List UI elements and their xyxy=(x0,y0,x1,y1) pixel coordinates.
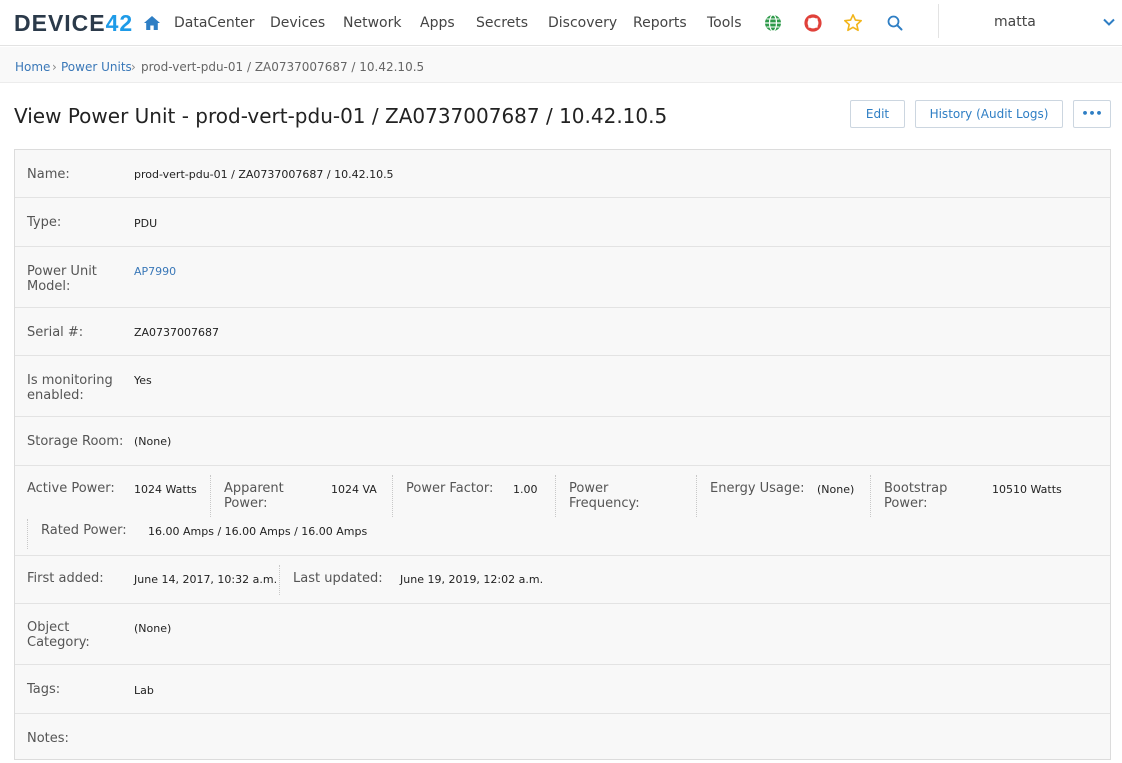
nav-reports[interactable]: Reports xyxy=(633,15,687,31)
globe-icon[interactable] xyxy=(763,13,783,33)
field-value-last-updated: June 19, 2019, 12:02 a.m. xyxy=(400,573,544,586)
field-label: Category: xyxy=(27,635,90,650)
field-value-first-added: June 14, 2017, 10:32 a.m. xyxy=(134,573,278,586)
nav-divider xyxy=(938,4,939,38)
breadcrumb-separator: › xyxy=(131,60,136,74)
top-navbar: DEVICE42 DataCenter Devices Network Apps… xyxy=(0,0,1122,46)
field-label: Power: xyxy=(224,496,268,511)
field-label: Object xyxy=(27,620,70,635)
field-label: First added: xyxy=(27,571,104,586)
star-icon[interactable] xyxy=(843,13,863,33)
field-value-active-power: 1024 Watts xyxy=(134,483,197,496)
field-row-notes: Notes: xyxy=(15,714,1110,759)
nav-secrets[interactable]: Secrets xyxy=(476,15,528,31)
field-divider xyxy=(279,565,280,595)
field-divider xyxy=(210,475,211,517)
field-value-tags: Lab xyxy=(134,684,154,697)
field-label: Power Factor: xyxy=(406,481,494,496)
field-divider xyxy=(555,475,556,517)
field-label: Power Unit xyxy=(27,264,97,279)
history-audit-logs-button[interactable]: History (Audit Logs) xyxy=(915,100,1063,128)
nav-network[interactable]: Network xyxy=(343,15,401,31)
field-value-name: prod-vert-pdu-01 / ZA0737007687 / 10.42.… xyxy=(134,168,394,181)
field-row-object-category: Object Category: (None) xyxy=(15,604,1110,665)
field-value-power-factor: 1.00 xyxy=(513,483,538,496)
field-row-dates: First added: June 14, 2017, 10:32 a.m. L… xyxy=(15,556,1110,604)
field-value-rated-power: 16.00 Amps / 16.00 Amps / 16.00 Amps xyxy=(148,525,368,538)
field-label: Model: xyxy=(27,279,71,294)
field-label: Name: xyxy=(27,167,70,182)
field-label: Energy Usage: xyxy=(710,481,805,496)
field-divider xyxy=(696,475,697,517)
edit-button[interactable]: Edit xyxy=(850,100,905,128)
field-divider xyxy=(392,475,393,517)
field-value-serial: ZA0737007687 xyxy=(134,326,220,339)
field-value-object-category: (None) xyxy=(134,622,172,635)
breadcrumb-power-units[interactable]: Power Units xyxy=(61,60,132,74)
field-label: Type: xyxy=(27,215,62,230)
field-value-energy-usage: (None) xyxy=(817,483,855,496)
logo-text: DEVICE xyxy=(14,10,106,36)
details-panel: Name: prod-vert-pdu-01 / ZA0737007687 / … xyxy=(14,149,1111,760)
field-row-name: Name: prod-vert-pdu-01 / ZA0737007687 / … xyxy=(15,150,1110,198)
field-value-bootstrap-power: 10510 Watts xyxy=(992,483,1062,496)
field-row-tags: Tags: Lab xyxy=(15,665,1110,714)
lifebuoy-icon[interactable] xyxy=(803,13,823,33)
search-icon[interactable] xyxy=(885,13,905,33)
field-row-model: Power Unit Model: AP7990 xyxy=(15,247,1110,308)
field-label: Power: xyxy=(884,496,928,511)
nav-apps[interactable]: Apps xyxy=(420,15,455,31)
field-row-type: Type: PDU xyxy=(15,198,1110,247)
field-label: Notes: xyxy=(27,731,69,746)
breadcrumb: Home › Power Units › prod-vert-pdu-01 / … xyxy=(0,47,1122,83)
field-row-monitoring: Is monitoring enabled: Yes xyxy=(15,356,1110,417)
field-row-storage-room: Storage Room: (None) xyxy=(15,417,1110,466)
field-label: Serial #: xyxy=(27,325,84,340)
logo-number: 42 xyxy=(105,10,134,36)
field-label: Tags: xyxy=(27,682,61,697)
nav-discovery[interactable]: Discovery xyxy=(548,15,617,31)
breadcrumb-separator: › xyxy=(52,60,57,74)
breadcrumb-home[interactable]: Home xyxy=(15,60,50,74)
chevron-down-icon[interactable] xyxy=(1101,14,1117,30)
field-label: Bootstrap xyxy=(884,481,948,496)
more-actions-button[interactable]: ••• xyxy=(1073,100,1111,128)
home-icon[interactable] xyxy=(143,14,161,32)
field-label: Storage Room: xyxy=(27,434,124,449)
breadcrumb-current: prod-vert-pdu-01 / ZA0737007687 / 10.42.… xyxy=(141,60,425,74)
field-value-monitoring: Yes xyxy=(134,374,152,387)
user-menu[interactable]: matta xyxy=(994,14,1036,30)
field-label: Rated Power: xyxy=(41,523,127,538)
field-label: Apparent xyxy=(224,481,284,496)
field-row-serial: Serial #: ZA0737007687 xyxy=(15,308,1110,356)
field-value-storage-room: (None) xyxy=(134,435,172,448)
nav-devices[interactable]: Devices xyxy=(270,15,325,31)
field-label: Active Power: xyxy=(27,481,115,496)
field-divider xyxy=(870,475,871,517)
field-label: enabled: xyxy=(27,388,84,403)
field-value-apparent-power: 1024 VA xyxy=(331,483,377,496)
field-label: Last updated: xyxy=(293,571,383,586)
nav-tools[interactable]: Tools xyxy=(707,15,742,31)
device42-logo[interactable]: DEVICE42 xyxy=(14,10,133,37)
field-label: Is monitoring xyxy=(27,373,113,388)
field-label: Frequency: xyxy=(569,496,640,511)
nav-datacenter[interactable]: DataCenter xyxy=(174,15,255,31)
field-label: Power xyxy=(569,481,609,496)
page-title: View Power Unit - prod-vert-pdu-01 / ZA0… xyxy=(14,104,668,128)
power-unit-model-link[interactable]: AP7990 xyxy=(134,265,176,278)
field-value-type: PDU xyxy=(134,217,158,230)
field-row-power: Active Power: 1024 Watts Apparent Power:… xyxy=(15,466,1110,556)
field-divider xyxy=(27,519,28,549)
